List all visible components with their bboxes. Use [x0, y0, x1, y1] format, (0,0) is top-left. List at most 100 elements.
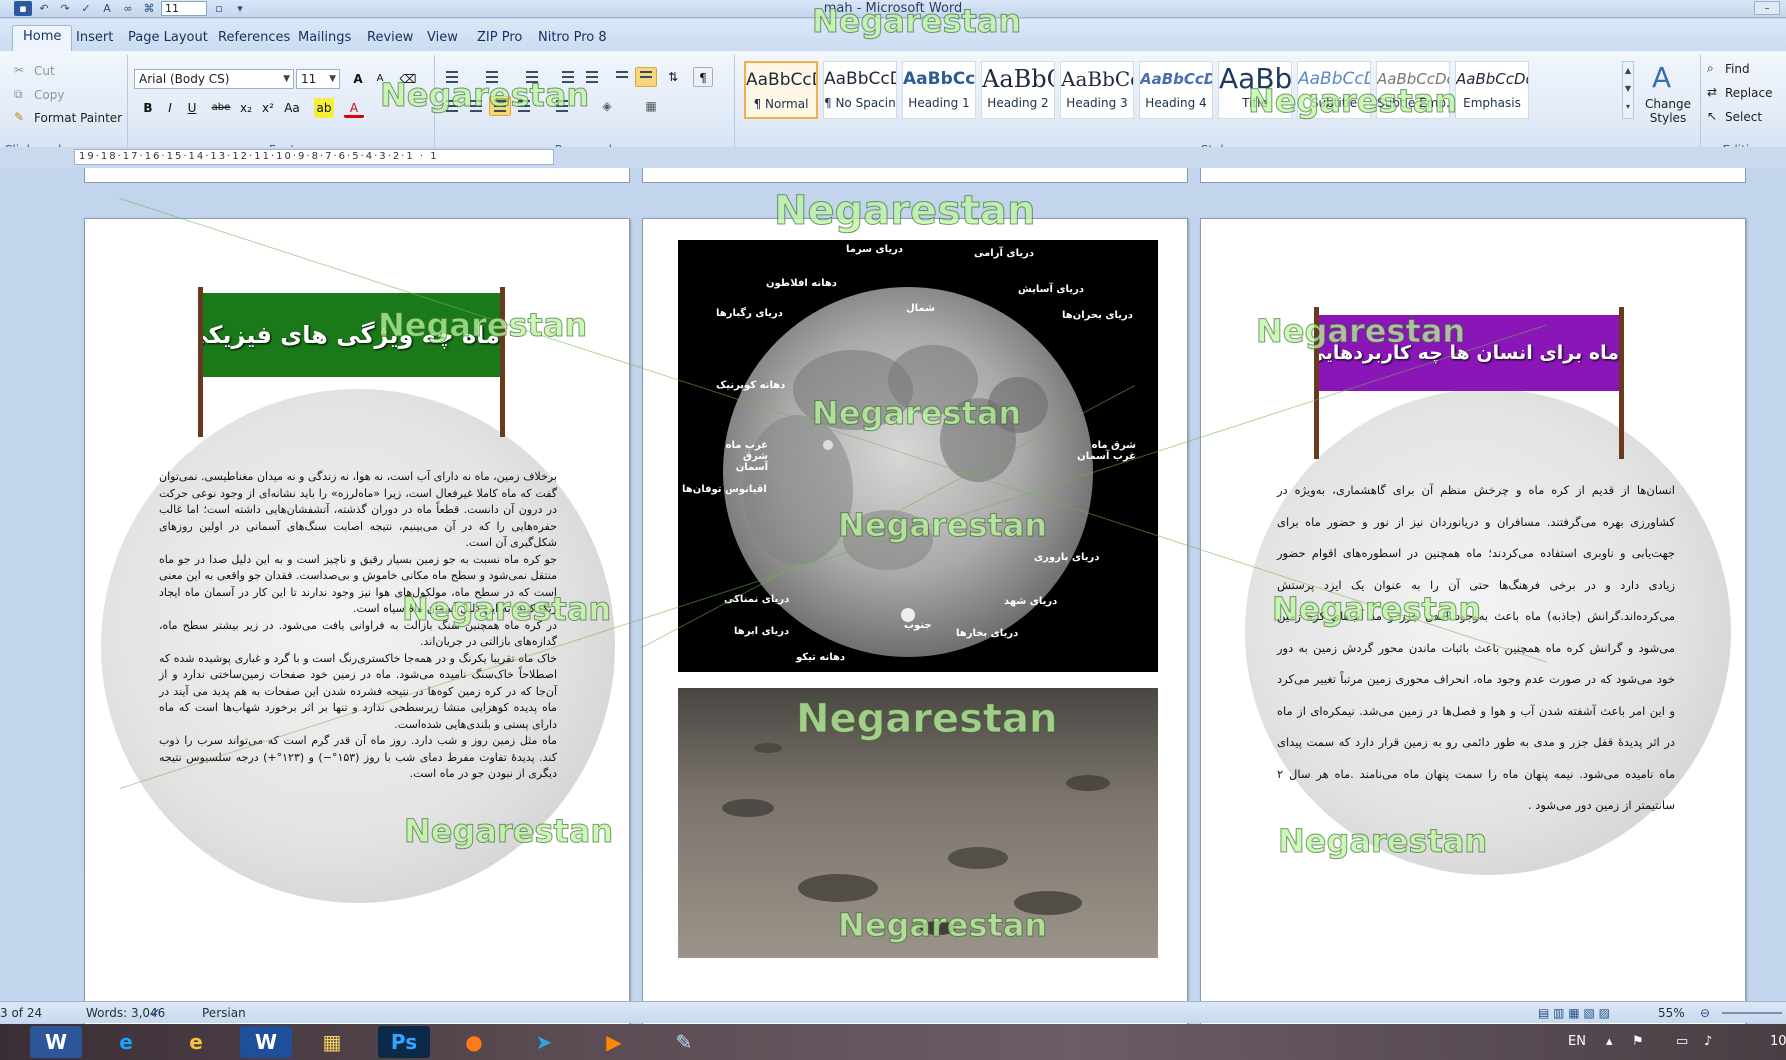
style-name: Title: [1242, 96, 1268, 110]
highlight-icon[interactable]: ab: [314, 98, 334, 118]
borders-icon[interactable]: ▦: [641, 96, 661, 116]
clear-format-icon[interactable]: ⌫: [398, 69, 418, 89]
select-button[interactable]: Select: [1725, 110, 1762, 124]
bold-button[interactable]: B: [138, 98, 158, 118]
style-emphasis[interactable]: AaBbCcDdEe Emphasis: [1455, 61, 1529, 119]
style-title[interactable]: AaBbCcDdEeTitle: [1218, 61, 1292, 119]
horizontal-ruler[interactable]: 19·18·17·16·15·14·13·12·11·10·9·8·7·6·5·…: [0, 147, 1786, 167]
network-icon[interactable]: ▭: [1676, 1024, 1688, 1060]
style-heading-4[interactable]: AaBbCcDdEe Heading 4: [1139, 61, 1213, 119]
underline-button[interactable]: U: [182, 98, 202, 118]
numbering-icon[interactable]: [481, 67, 503, 87]
window-controls: –: [1754, 1, 1780, 15]
paragraph: برخلاف زمین، ماه نه دارای آب است، نه هوا…: [159, 470, 557, 549]
format-painter-button[interactable]: Format Painter: [34, 111, 122, 125]
increase-indent-icon[interactable]: [581, 67, 603, 87]
telegram-icon[interactable]: ➤: [518, 1026, 570, 1058]
font-name-select[interactable]: Arial (Body CS) ▼: [134, 69, 294, 89]
zoom-out-icon[interactable]: ⊖: [1700, 1002, 1710, 1024]
style-heading-1[interactable]: AaBbCcDdEe Heading 1: [902, 61, 976, 119]
change-case-button[interactable]: Aa: [282, 98, 302, 118]
align-left-icon[interactable]: [441, 96, 463, 116]
photoshop-icon[interactable]: Ps: [378, 1026, 430, 1058]
style-heading-2[interactable]: AaBbCcDdEe Heading 2: [981, 61, 1055, 119]
find-button[interactable]: Find: [1725, 62, 1750, 76]
copy-icon: ⧉: [14, 87, 23, 101]
style-subtle-emphasis[interactable]: AaBbCcDdEe Subtle Emp...: [1376, 61, 1450, 119]
tab-zip-pro[interactable]: ZIP Pro: [467, 27, 532, 51]
shading-icon[interactable]: ◈: [597, 96, 617, 116]
volume-icon[interactable]: ♪: [1704, 1024, 1712, 1060]
shrink-font-button[interactable]: A: [370, 69, 390, 89]
paint-icon[interactable]: ✎: [658, 1026, 710, 1058]
pilcrow-icon[interactable]: ¶: [693, 67, 713, 87]
font-size-select[interactable]: 11 ▼: [296, 69, 340, 89]
firefox-icon[interactable]: ●: [448, 1026, 500, 1058]
status-bar: 3 of 24 Words: 3,046 ✔ Persian ▤ ▥ ▦ ▧ ▨…: [0, 1001, 1786, 1023]
proofing-icon[interactable]: ✔: [150, 1002, 160, 1024]
font-color-button[interactable]: A: [344, 98, 364, 118]
italic-button[interactable]: I: [160, 98, 180, 118]
edge-icon[interactable]: e: [100, 1026, 152, 1058]
multilevel-list-icon[interactable]: [521, 67, 543, 87]
superscript-button[interactable]: x²: [258, 98, 278, 118]
rtl-icon[interactable]: [635, 67, 657, 87]
justify-icon[interactable]: [513, 96, 535, 116]
ltr-icon[interactable]: [611, 67, 633, 87]
file-explorer-icon[interactable]: ▦: [306, 1026, 358, 1058]
align-right-icon[interactable]: [489, 96, 511, 116]
paragraph: در کره ماه همچنین سنگ بازالت به فراوانی …: [159, 618, 557, 649]
align-center-icon[interactable]: [465, 96, 487, 116]
input-language[interactable]: EN: [1568, 1024, 1586, 1060]
banner-pole: [500, 287, 505, 437]
styles-gallery-scroll[interactable]: ▲ ▼ ▾: [1622, 61, 1634, 119]
tray-flag-icon[interactable]: ⚑: [1632, 1024, 1644, 1060]
line-spacing-icon[interactable]: [551, 96, 573, 116]
style-name: Heading 4: [1145, 96, 1207, 110]
tab-review[interactable]: Review: [357, 27, 423, 51]
paragraph: خاک ماه تقریبا یکرنگ و در همه‌جا خاکستری…: [159, 651, 557, 731]
tab-references[interactable]: References: [208, 27, 300, 51]
replace-button[interactable]: Replace: [1725, 86, 1772, 100]
zoom-level[interactable]: 55%: [1658, 1002, 1685, 1024]
page-middle[interactable]: دریای سرما دریای آرامی دهانه افلاطون شما…: [642, 218, 1188, 1040]
find-icon: ⌕: [1707, 61, 1714, 75]
bullets-icon[interactable]: [441, 67, 463, 87]
decrease-indent-icon[interactable]: [557, 67, 579, 87]
internet-explorer-icon[interactable]: e: [170, 1026, 222, 1058]
style-preview: AaBbCcDdEe: [982, 65, 1054, 93]
zoom-slider[interactable]: [1722, 1012, 1782, 1014]
page-left[interactable]: ماه چه ویژگی های فیزیکی دارد؟ برخلاف زمی…: [84, 218, 630, 1040]
cut-button[interactable]: Cut: [34, 64, 55, 78]
style-normal[interactable]: AaBbCcDdEe ¶ Normal: [744, 61, 818, 119]
style-heading-3[interactable]: AaBbCcDdEe Heading 3: [1060, 61, 1134, 119]
tab-insert[interactable]: Insert: [66, 27, 123, 51]
tab-page-layout[interactable]: Page Layout: [118, 27, 218, 51]
style-subtitle[interactable]: AaBbCcDdEe Subtitle: [1297, 61, 1371, 119]
tab-home[interactable]: Home: [12, 25, 73, 51]
strikethrough-button[interactable]: abe: [208, 98, 234, 118]
word-window: { "window": {"title": "mah - Microsoft W…: [0, 0, 1786, 1060]
view-buttons[interactable]: ▤ ▥ ▦ ▧ ▨: [1538, 1002, 1610, 1024]
tray-up-arrow-icon[interactable]: ▴: [1606, 1024, 1613, 1060]
change-styles-button[interactable]: Change Styles: [1640, 97, 1696, 125]
style-no-spacing[interactable]: AaBbCcDdEe ¶ No Spacing: [823, 61, 897, 119]
clock[interactable]: 10: [1770, 1024, 1786, 1060]
tab-nitro-pro[interactable]: Nitro Pro 8: [528, 27, 617, 51]
moon-label: دریای بحران‌ها: [1062, 310, 1133, 321]
page-count[interactable]: 3 of 24: [0, 1002, 42, 1024]
tab-view[interactable]: View: [417, 27, 468, 51]
word-document-icon[interactable]: W: [240, 1026, 292, 1058]
document-area[interactable]: ماه چه ویژگی های فیزیکی دارد؟ برخلاف زمی…: [0, 168, 1786, 1040]
grow-font-button[interactable]: A: [348, 69, 368, 89]
subscript-button[interactable]: x₂: [236, 98, 256, 118]
minimize-button[interactable]: –: [1754, 1, 1780, 15]
moon-label: شرق ماه غرب آسمان: [1077, 440, 1136, 462]
word-app-icon[interactable]: W: [30, 1026, 82, 1058]
page-right[interactable]: ماه برای انسان ها چه کاربردهایی دارد؟ ان…: [1200, 218, 1746, 1040]
sort-icon[interactable]: ⇅: [663, 67, 683, 87]
language-indicator[interactable]: Persian: [202, 1002, 246, 1024]
tab-mailings[interactable]: Mailings: [288, 27, 361, 51]
media-player-icon[interactable]: ▶: [588, 1026, 640, 1058]
copy-button[interactable]: Copy: [34, 88, 64, 102]
